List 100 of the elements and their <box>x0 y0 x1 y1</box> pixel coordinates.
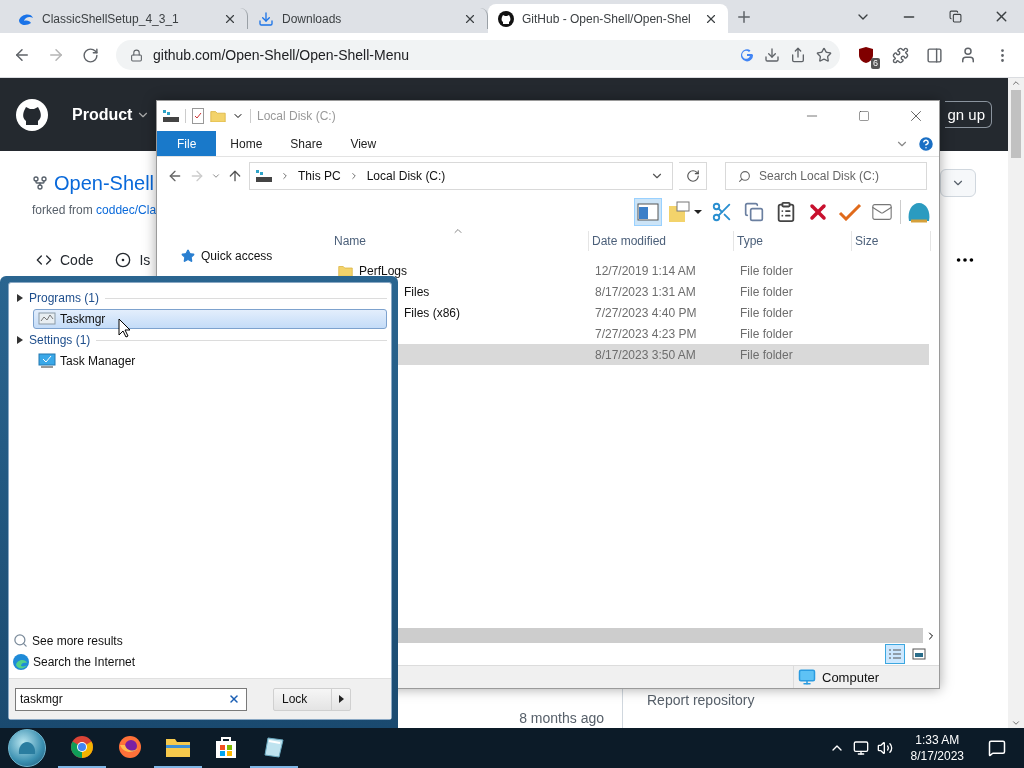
nav-item[interactable]: Quick access <box>181 247 331 265</box>
folder-icon <box>210 109 226 123</box>
column-header[interactable]: Date modified <box>589 231 734 251</box>
maximize-icon[interactable] <box>858 110 870 122</box>
browser-icon[interactable] <box>70 735 94 759</box>
date-cell-text: 7/27/2023 4:23 PM <box>594 326 698 341</box>
cat-logo-icon[interactable] <box>16 98 48 131</box>
expand-triangle-icon[interactable] <box>17 294 23 302</box>
caret-icon[interactable] <box>338 695 344 703</box>
avatar-icon[interactable] <box>959 46 977 64</box>
address-bar[interactable]: github.com/Open-Shell/Open-Shell-Menu <box>116 40 840 70</box>
restore-icon[interactable] <box>948 10 962 23</box>
search-field[interactable]: taskmgr <box>15 687 247 711</box>
network-icon[interactable] <box>852 740 869 756</box>
drive-icon <box>256 170 272 182</box>
address-field[interactable]: This PC Local Disk (C:) <box>249 162 673 190</box>
notepad-icon[interactable] <box>262 735 286 759</box>
copy-icon[interactable] <box>744 202 764 222</box>
file-name: Files (x86) <box>404 305 460 320</box>
scroll-thumb[interactable] <box>1011 90 1021 158</box>
ribbon-tab[interactable]: Home <box>216 131 277 156</box>
clock[interactable]: 1:33 AM 8/17/2023 <box>900 732 974 764</box>
refresh-button[interactable] <box>679 162 707 190</box>
window-title: Local Disk (C:) <box>257 109 336 123</box>
file-row[interactable]: PerfLogs 12/7/2019 1:14 AM File folder <box>331 260 929 281</box>
report-link[interactable]: Report repository <box>647 692 755 708</box>
shell-icon[interactable] <box>907 201 931 223</box>
clear-icon[interactable] <box>228 693 240 705</box>
volume-icon[interactable] <box>876 740 893 756</box>
new-tab-icon[interactable] <box>735 8 753 26</box>
folder-icon[interactable] <box>165 736 191 758</box>
column-header[interactable]: Type <box>734 231 852 251</box>
caret-icon <box>693 209 703 215</box>
date-cell-text: 7/27/2023 4:40 PM <box>594 305 698 320</box>
search-icon <box>13 633 28 648</box>
thumbnail-icon <box>912 648 926 660</box>
group-header[interactable]: Programs (1) <box>29 291 99 305</box>
cursor-icon <box>118 318 132 338</box>
search-field[interactable]: Search Local Disk (C:) <box>725 162 927 190</box>
drive-icon <box>163 110 179 122</box>
swirl-icon <box>18 11 34 26</box>
browser-tab[interactable]: GitHub - Open-Shell/Open-Shel <box>488 4 728 33</box>
status-text: Computer <box>822 669 880 685</box>
start-link[interactable]: See more results <box>13 633 391 648</box>
paste-icon[interactable] <box>775 201 797 223</box>
checkmark-icon[interactable] <box>838 203 862 221</box>
reload-icon[interactable] <box>81 46 99 64</box>
monitor-icon <box>38 353 56 369</box>
group-header[interactable]: Settings (1) <box>29 333 91 347</box>
file-name: Files <box>404 284 430 299</box>
star-icon <box>181 249 195 263</box>
column-header[interactable]: Size <box>852 231 931 251</box>
swirl-globe-icon <box>13 654 29 670</box>
extensions-icon[interactable] <box>891 46 909 64</box>
expand-triangle-icon[interactable] <box>17 336 23 344</box>
back-icon[interactable] <box>167 168 183 184</box>
breadcrumb-item[interactable]: Local Disk (C:) <box>366 169 446 183</box>
repo-tab[interactable]: Is <box>111 252 155 268</box>
type-cell-text: File folder <box>739 305 794 320</box>
ribbon-tab[interactable]: File <box>157 131 217 156</box>
help-icon[interactable] <box>917 134 935 153</box>
type-cell-text: File folder <box>739 326 794 341</box>
code-icon <box>36 252 52 268</box>
up-icon[interactable] <box>227 168 243 184</box>
sign-up-button[interactable]: gn up <box>945 101 992 128</box>
column-header[interactable]: Name <box>331 231 589 251</box>
download-icon <box>258 10 274 27</box>
cut-icon[interactable] <box>711 201 733 223</box>
shopping-bag-icon[interactable] <box>215 735 237 759</box>
scroll-down-icon[interactable] <box>1011 718 1021 728</box>
checklist-icon[interactable] <box>192 108 204 124</box>
breadcrumb-item[interactable]: This PC <box>298 169 341 183</box>
repo-tab[interactable]: Code <box>32 252 98 268</box>
ribbon-tab[interactable]: Share <box>276 131 337 156</box>
scroll-up-icon[interactable] <box>1011 78 1021 88</box>
shield-icon[interactable] <box>858 46 874 64</box>
browser-tab[interactable]: ClassicShellSetup_4_3_1 <box>8 8 248 29</box>
colored-g-icon[interactable] <box>740 48 754 62</box>
result-item[interactable]: Taskmgr <box>33 309 387 329</box>
product-menu[interactable]: Product <box>72 105 151 124</box>
share-icon[interactable] <box>790 47 806 63</box>
install-icon[interactable] <box>764 47 780 63</box>
email-icon[interactable] <box>871 201 893 223</box>
side-panel-icon[interactable] <box>925 46 943 64</box>
notifications-icon[interactable] <box>988 739 1006 757</box>
lock-button[interactable]: Lock <box>273 687 351 711</box>
type-cell-text: File folder <box>739 263 794 278</box>
type-cell-text: File folder <box>739 347 794 362</box>
back-icon[interactable] <box>13 46 31 64</box>
fox-browser-icon[interactable] <box>118 735 142 759</box>
ribbon-tab[interactable]: View <box>336 131 391 156</box>
separator-icon <box>280 171 290 181</box>
fork-source-link[interactable]: coddec/Cla <box>96 203 157 217</box>
fork-icon <box>32 175 48 191</box>
bookmark-icon[interactable] <box>816 47 832 63</box>
start-link[interactable]: Search the Internet <box>13 654 391 670</box>
start-button[interactable] <box>8 729 46 767</box>
pane-toggle-button[interactable] <box>634 198 662 226</box>
repo-name[interactable]: Open-Shell <box>54 171 155 195</box>
file-name: PerfLogs <box>359 263 408 278</box>
